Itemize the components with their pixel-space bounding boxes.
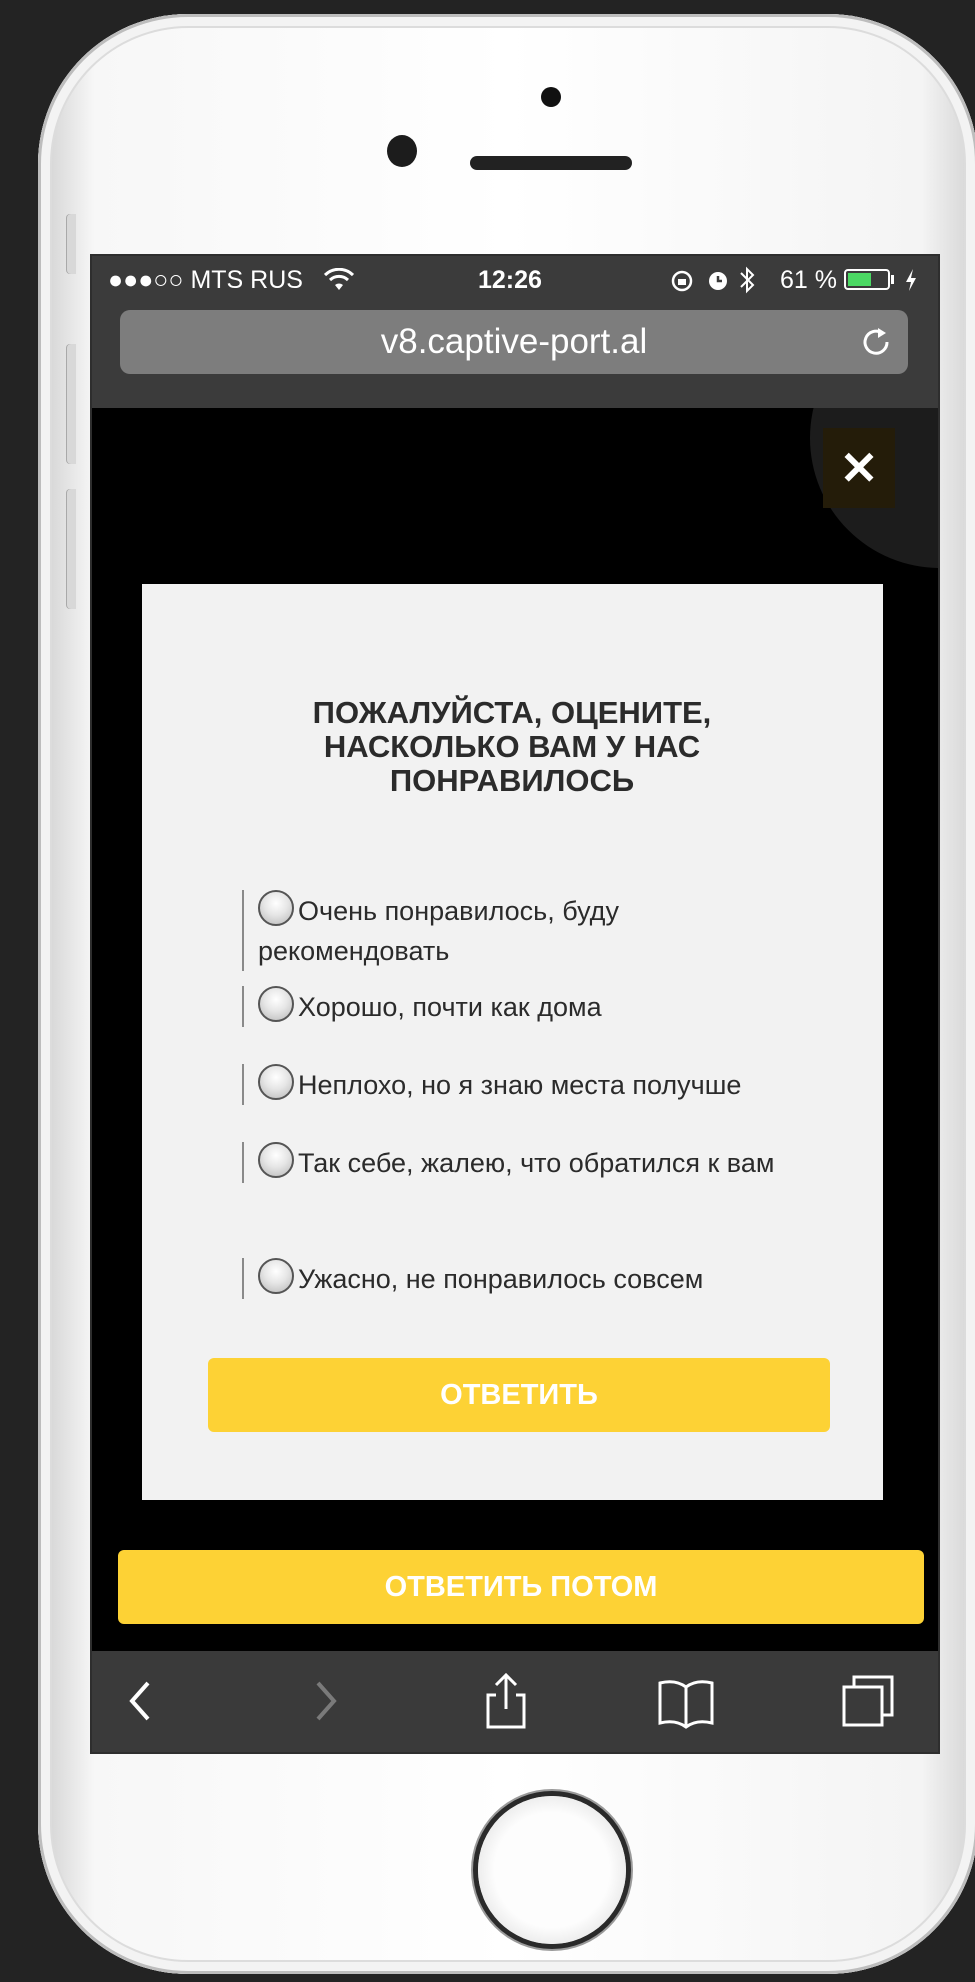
- back-icon[interactable]: [110, 1669, 174, 1733]
- share-icon[interactable]: [474, 1669, 538, 1733]
- option-label: Хорошо, почти как дома: [298, 992, 602, 1022]
- phone-screen: ●●●○○ MTS RUS 12:26 61 % v8.captive-port…: [90, 254, 940, 1754]
- modal-title: ПОЖАЛУЙСТА, ОЦЕНИТЕ, НАСКОЛЬКО ВАМ У НАС…: [312, 695, 712, 798]
- radio-button[interactable]: [258, 890, 294, 926]
- volume-up-button: [66, 344, 76, 464]
- browser-address-area: v8.captive-port.al: [92, 304, 938, 409]
- url-text[interactable]: v8.captive-port.al: [120, 310, 908, 374]
- option-label: Неплохо, но я знаю места получше: [298, 1070, 742, 1100]
- radio-button[interactable]: [258, 1142, 294, 1178]
- earpiece-speaker: [470, 156, 632, 170]
- battery-percent: 61 %: [780, 266, 837, 294]
- bluetooth-icon: [740, 266, 755, 294]
- rating-option[interactable]: Неплохо, но я знаю места получше: [242, 1064, 778, 1105]
- rating-option[interactable]: Хорошо, почти как дома: [242, 986, 778, 1027]
- browser-toolbar: [92, 1651, 938, 1752]
- option-label: Так себе, жалею, что обратился к вам: [298, 1148, 775, 1178]
- reload-icon[interactable]: [858, 324, 894, 360]
- close-button[interactable]: ✕: [823, 428, 895, 508]
- alarm-icon: [709, 272, 727, 290]
- rating-option[interactable]: Очень понравилось, буду рекомендовать: [242, 890, 778, 971]
- front-camera: [387, 135, 417, 167]
- carrier-label: ●●●○○ MTS RUS: [108, 266, 303, 294]
- radio-button[interactable]: [258, 1258, 294, 1294]
- rating-option[interactable]: Ужасно, не понравилось совсем: [242, 1258, 778, 1299]
- tabs-icon[interactable]: [836, 1669, 900, 1733]
- bookmarks-icon[interactable]: [654, 1669, 718, 1733]
- orientation-lock-icon: [671, 270, 693, 292]
- wifi-icon: [324, 268, 354, 290]
- close-icon: ✕: [839, 442, 879, 494]
- submit-button[interactable]: ОТВЕТИТЬ: [208, 1358, 830, 1432]
- status-bar: ●●●○○ MTS RUS 12:26 61 %: [92, 256, 938, 304]
- proximity-sensor: [541, 87, 561, 107]
- clock-time: 12:26: [478, 266, 542, 294]
- rating-modal: ПОЖАЛУЙСТА, ОЦЕНИТЕ, НАСКОЛЬКО ВАМ У НАС…: [142, 584, 883, 1500]
- charging-icon: [906, 269, 916, 291]
- page-content: ✕ ПОЖАЛУЙСТА, ОЦЕНИТЕ, НАСКОЛЬКО ВАМ У Н…: [92, 408, 938, 1651]
- home-button[interactable]: [478, 1796, 626, 1944]
- battery-icon: [844, 269, 890, 290]
- battery-level: [848, 273, 871, 286]
- volume-down-button: [66, 489, 76, 609]
- battery-tip: [891, 275, 894, 284]
- option-label: Очень понравилось, буду рекомендовать: [258, 896, 619, 966]
- address-bar[interactable]: v8.captive-port.al: [120, 310, 908, 374]
- forward-icon[interactable]: [292, 1669, 356, 1733]
- answer-later-button[interactable]: ОТВЕТИТЬ ПОТОМ: [118, 1550, 924, 1624]
- mute-switch: [66, 214, 76, 274]
- option-label: Ужасно, не понравилось совсем: [298, 1264, 704, 1294]
- rating-option[interactable]: Так себе, жалею, что обратился к вам: [242, 1142, 778, 1183]
- radio-button[interactable]: [258, 986, 294, 1022]
- radio-button[interactable]: [258, 1064, 294, 1100]
